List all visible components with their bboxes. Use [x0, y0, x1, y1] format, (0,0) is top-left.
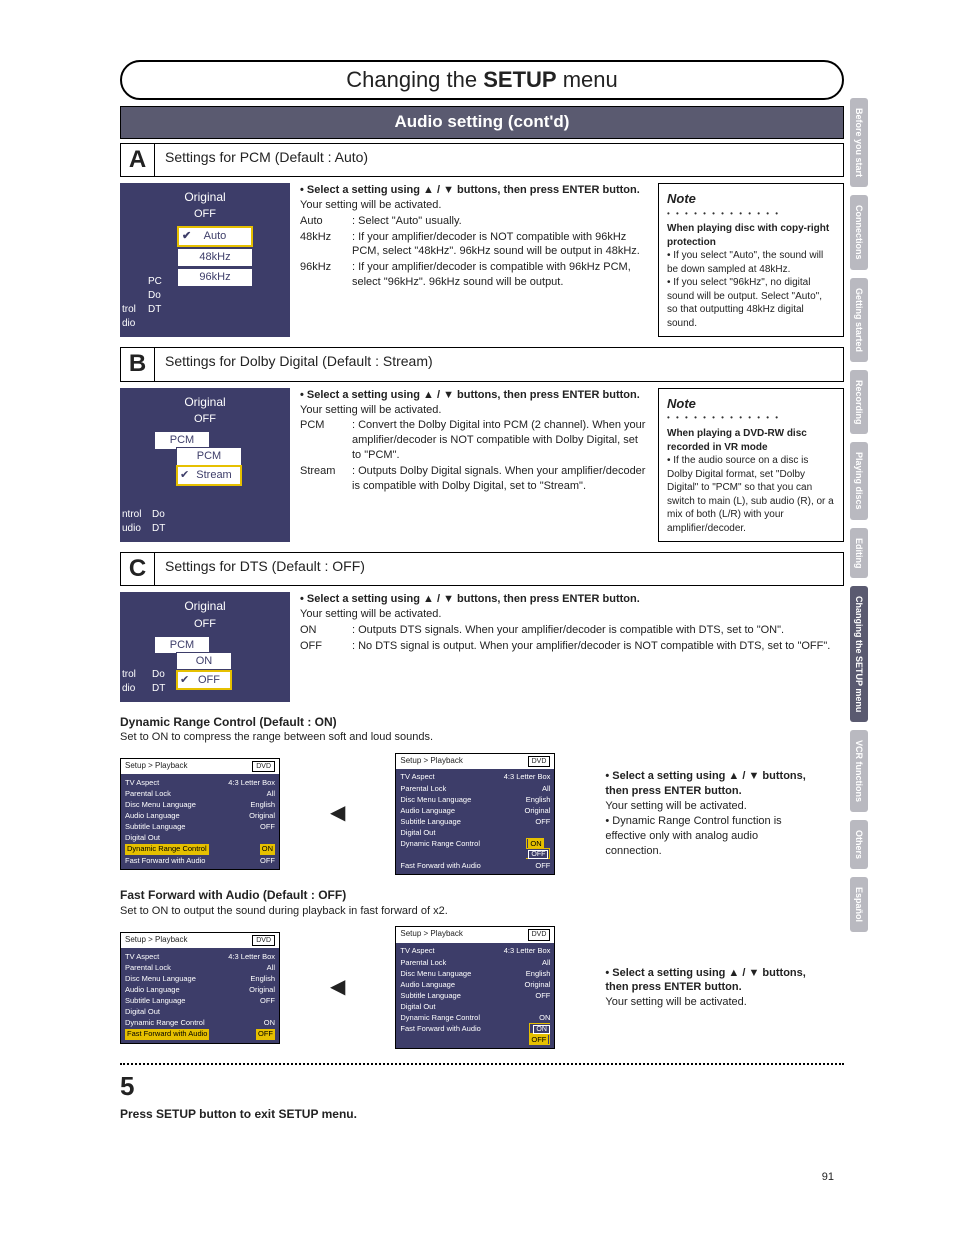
arrow-left-icon: ◀	[330, 800, 345, 827]
osd-c: Original OFF PCM ON ✔OFF trol dio Do DT	[120, 592, 290, 701]
dotted-rule	[120, 1063, 844, 1065]
desc-c: • Select a setting using ▲ / ▼ buttons, …	[300, 592, 844, 701]
tab-before: Before you start	[850, 98, 868, 187]
osd-a-48: 48kHz	[177, 248, 253, 267]
tab-setup-menu: Changing the SETUP menu	[850, 586, 868, 722]
drc-desc: • Select a setting using ▲ / ▼ buttons, …	[605, 769, 815, 858]
section-letter-c: C	[121, 553, 155, 585]
osd-a-auto: ✔Auto	[177, 226, 253, 247]
tab-others: Others	[850, 820, 868, 869]
osd-b: Original OFF PCM PCM ✔Stream ntrol udio …	[120, 388, 290, 542]
tab-playing: Playing discs	[850, 442, 868, 520]
step-text: Press SETUP button to exit SETUP menu.	[120, 1106, 844, 1122]
mini-drc-right: Setup > PlaybackDVD TV Aspect4:3 Letter …	[395, 753, 555, 876]
section-a-head: A Settings for PCM (Default : Auto)	[120, 143, 844, 177]
tab-getting-started: Getting started	[850, 278, 868, 362]
drc-sub: Set to ON to compress the range between …	[120, 730, 844, 745]
tab-connections: Connections	[850, 195, 868, 270]
ffa-head: Fast Forward with Audio (Default : OFF)	[120, 887, 844, 903]
osd-a-96: 96kHz	[177, 268, 253, 287]
desc-b: • Select a setting using ▲ / ▼ buttons, …	[300, 388, 648, 542]
section-c-title: Settings for DTS (Default : OFF)	[155, 553, 843, 585]
tab-espanol: Español	[850, 877, 868, 932]
drc-head: Dynamic Range Control (Default : ON)	[120, 714, 844, 730]
section-b-head: B Settings for Dolby Digital (Default : …	[120, 347, 844, 381]
section-letter-a: A	[121, 144, 155, 176]
side-thumb-tabs: Before you start Connections Getting sta…	[850, 98, 870, 940]
ffa-sub: Set to ON to output the sound during pla…	[120, 904, 844, 919]
mini-ffa-left: Setup > PlaybackDVD TV Aspect4:3 Letter …	[120, 932, 280, 1044]
step-number: 5	[120, 1069, 844, 1104]
section-b-title: Settings for Dolby Digital (Default : St…	[155, 348, 843, 380]
note-a: Note • • • • • • • • • • • • • When play…	[658, 183, 844, 337]
page-number: 91	[822, 1170, 834, 1185]
osd-a: Original OFF ✔Auto 48kHz 96kHz trol dio …	[120, 183, 290, 337]
mini-ffa-right: Setup > PlaybackDVD TV Aspect4:3 Letter …	[395, 926, 555, 1049]
mini-drc-left: Setup > PlaybackDVD TV Aspect4:3 Letter …	[120, 758, 280, 870]
section-c-head: C Settings for DTS (Default : OFF)	[120, 552, 844, 586]
note-b: Note • • • • • • • • • • • • • When play…	[658, 388, 844, 542]
tab-vcr: VCR functions	[850, 730, 868, 812]
desc-a: • Select a setting using ▲ / ▼ buttons, …	[300, 183, 648, 337]
page-title: Changing the SETUP menu	[120, 60, 844, 100]
section-letter-b: B	[121, 348, 155, 380]
section-a-title: Settings for PCM (Default : Auto)	[155, 144, 843, 176]
tab-editing: Editing	[850, 528, 868, 579]
tab-recording: Recording	[850, 370, 868, 435]
page-subtitle: Audio setting (cont'd)	[120, 106, 844, 139]
arrow-left-icon: ◀	[330, 974, 345, 1001]
ffa-desc: • Select a setting using ▲ / ▼ buttons, …	[605, 966, 815, 1011]
